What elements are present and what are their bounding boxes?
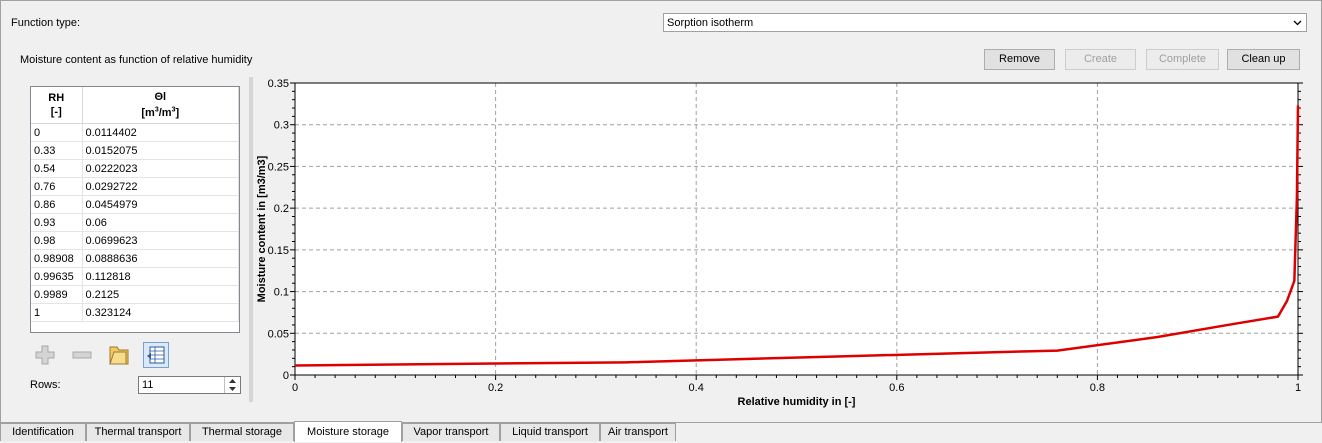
remove-button[interactable]: Remove <box>984 49 1055 70</box>
tab-liquid-transport[interactable]: Liquid transport <box>500 423 600 441</box>
material-editor-panel: Function type: Sorption isotherm Moistur… <box>0 0 1322 423</box>
spin-up-icon[interactable] <box>225 377 240 385</box>
rh-cell[interactable]: 0.54 <box>31 159 83 178</box>
y-tick-label: 0 <box>283 370 289 382</box>
x-tick-label: 0.8 <box>1090 382 1105 394</box>
function-type-select[interactable]: Sorption isotherm <box>663 13 1307 32</box>
rh-cell[interactable]: 0.98908 <box>31 249 83 268</box>
rh-cell[interactable]: 0.76 <box>31 177 83 196</box>
rh-cell[interactable]: 0.93 <box>31 213 83 232</box>
table-row[interactable]: 1 0.323124 <box>31 303 239 322</box>
rh-cell[interactable]: 0 <box>31 123 83 142</box>
theta-cell[interactable]: 0.0454979 <box>82 195 239 214</box>
theta-cell[interactable]: 0.323124 <box>82 303 239 322</box>
theta-cell[interactable]: 0.0222023 <box>82 159 239 178</box>
rh-column-header[interactable]: RH [-] <box>31 87 83 124</box>
complete-button[interactable]: Complete <box>1146 49 1219 70</box>
section-subtitle: Moisture content as function of relative… <box>20 54 253 66</box>
tab-vapor-transport[interactable]: Vapor transport <box>402 423 500 441</box>
y-tick-label: 0.2 <box>274 203 289 215</box>
table-row[interactable]: 0.76 0.0292722 <box>31 177 239 196</box>
rows-value: 11 <box>142 379 154 391</box>
property-tabs: Identification Thermal transport Thermal s… <box>0 421 1322 443</box>
x-tick-label: 0 <box>292 382 298 394</box>
rows-spinbox[interactable]: 11 <box>138 376 241 394</box>
create-button[interactable]: Create <box>1065 49 1136 70</box>
function-type-value: Sorption isotherm <box>667 17 754 29</box>
rh-cell[interactable]: 0.33 <box>31 141 83 160</box>
tab-thermal-transport[interactable]: Thermal transport <box>86 423 190 441</box>
rh-header-text: RH <box>48 92 65 104</box>
table-row[interactable]: 0.99635 0.112818 <box>31 267 239 286</box>
rh-cell[interactable]: 0.86 <box>31 195 83 214</box>
import-table-button[interactable] <box>143 342 169 368</box>
clean-up-button[interactable]: Clean up <box>1227 49 1300 70</box>
y-tick-label: 0.25 <box>268 161 289 173</box>
theta-cell[interactable]: 0.06 <box>82 213 239 232</box>
table-row[interactable]: 0.9989 0.2125 <box>31 285 239 304</box>
isotherm-table[interactable]: RH [-] Θl [m3/m3] 0 0.0114402 0.33 0.0152075 0… <box>30 86 240 333</box>
theta-cell[interactable]: 0.2125 <box>82 285 239 304</box>
open-file-icon <box>109 346 129 365</box>
table-row[interactable]: 0 0.0114402 <box>31 123 239 142</box>
remove-row-button[interactable] <box>69 342 95 368</box>
rh-cell[interactable]: 0.99635 <box>31 267 83 286</box>
table-row[interactable]: 0.54 0.0222023 <box>31 159 239 178</box>
table-row[interactable]: 0.86 0.0454979 <box>31 195 239 214</box>
chevron-down-icon <box>1289 14 1306 31</box>
function-type-label: Function type: <box>11 17 81 29</box>
add-icon <box>35 345 55 365</box>
x-tick-label: 0.2 <box>488 382 503 394</box>
open-file-button[interactable] <box>106 342 132 368</box>
y-tick-label: 0.3 <box>274 120 289 132</box>
sorption-isotherm-chart: 0 0.2 0.4 0.6 0.8 1 0 0.05 0.1 0.15 0.2 0.25 0.3 0.35… <box>256 78 1303 408</box>
table-row[interactable]: 0.98908 0.0888636 <box>31 249 239 268</box>
x-axis-label: Relative humidity in [-] <box>738 396 856 408</box>
theta-cell[interactable]: 0.0888636 <box>82 249 239 268</box>
rh-header-unit: [-] <box>50 106 62 118</box>
table-row[interactable]: 0.98 0.0699623 <box>31 231 239 250</box>
table-row[interactable]: 0.93 0.06 <box>31 213 239 232</box>
rh-cell[interactable]: 1 <box>31 303 83 322</box>
theta-cell[interactable]: 0.0292722 <box>82 177 239 196</box>
spin-down-icon[interactable] <box>225 385 240 393</box>
theta-cell[interactable]: 0.0152075 <box>82 141 239 160</box>
theta-cell[interactable]: 0.112818 <box>82 267 239 286</box>
rows-label: Rows: <box>30 379 61 391</box>
y-tick-label: 0.05 <box>268 328 289 340</box>
tab-air-transport[interactable]: Air transport <box>600 423 676 441</box>
tab-moisture-storage[interactable]: Moisture storage <box>294 421 402 442</box>
tab-identification[interactable]: Identification <box>0 423 86 441</box>
theta-column-header[interactable]: Θl [m3/m3] <box>82 87 239 124</box>
theta-header-text: Θl <box>154 90 167 103</box>
theta-header-unit: [m3/m3] <box>141 106 180 120</box>
y-tick-label: 0.35 <box>268 78 289 90</box>
rh-cell[interactable]: 0.98 <box>31 231 83 250</box>
x-tick-label: 0.6 <box>889 382 904 394</box>
y-axis-label: Moisture content in [m3/m3] <box>256 155 268 302</box>
tab-thermal-storage[interactable]: Thermal storage <box>190 423 294 441</box>
plot-area <box>295 83 1298 375</box>
theta-cell[interactable]: 0.0699623 <box>82 231 239 250</box>
rh-cell[interactable]: 0.9989 <box>31 285 83 304</box>
import-table-icon <box>147 346 165 364</box>
table-row[interactable]: 0.33 0.0152075 <box>31 141 239 160</box>
x-tick-label: 0.4 <box>689 382 704 394</box>
add-row-button[interactable] <box>32 342 58 368</box>
y-tick-label: 0.15 <box>268 245 289 257</box>
theta-cell[interactable]: 0.0114402 <box>82 123 239 142</box>
remove-row-icon <box>72 351 92 359</box>
y-tick-label: 0.1 <box>274 287 289 299</box>
x-tick-label: 1 <box>1295 382 1301 394</box>
